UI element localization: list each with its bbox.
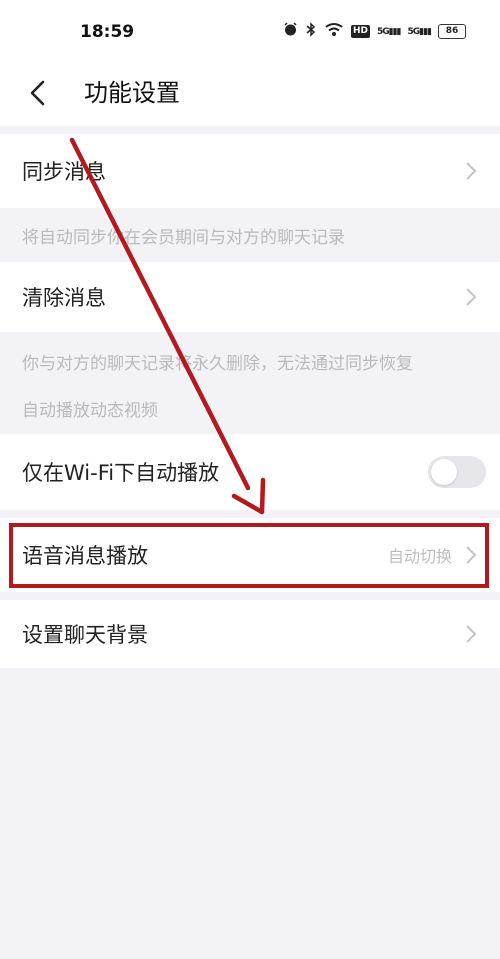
chevron-right-icon [466,546,477,564]
chat-background-item[interactable]: 设置聊天背景 [0,600,500,668]
hd-badge: HD [350,25,370,38]
voice-message-playback-value: 自动切换 [387,547,452,566]
signal-5g-1-icon: 5G▮▮▮ [376,26,401,37]
sync-messages-item[interactable]: 同步消息 [0,134,500,208]
back-button[interactable] [22,76,56,110]
voice-message-playback-label: 语音消息播放 [22,544,148,568]
status-icons: HD 5G▮▮▮ 5G▮▮▮ 86 [283,22,466,41]
top-bar: 功能设置 [0,62,500,126]
chevron-right-icon [466,288,477,306]
sync-messages-label: 同步消息 [22,160,106,184]
wifi-autoplay-toggle[interactable] [428,456,486,488]
status-time: 18:59 [80,22,135,42]
voice-message-playback-item[interactable]: 语音消息播放 自动切换 [0,518,500,592]
bluetooth-icon [305,22,317,41]
clear-messages-description: 你与对方的聊天记录将永久删除，无法通过同步恢复 [22,354,413,374]
alarm-icon [283,22,298,41]
network-type-label: 5G [376,26,390,37]
chat-background-label: 设置聊天背景 [22,623,148,647]
chevron-right-icon [466,162,477,180]
network-type-label: 5G [407,26,420,37]
clear-messages-label: 清除消息 [22,286,106,310]
sync-messages-description: 将自动同步你在会员期间与对方的聊天记录 [22,228,345,248]
battery-icon: 86 [438,24,466,39]
page-title: 功能设置 [84,79,180,107]
wifi-autoplay-item: 仅在Wi-Fi下自动播放 [0,434,500,510]
chevron-right-icon [466,625,477,643]
signal-5g-2-icon: 5G▮▮▮ [407,26,431,37]
clear-messages-item[interactable]: 清除消息 [0,262,500,332]
wifi-icon [324,22,344,41]
status-bar: 18:59 HD 5G▮▮▮ 5G▮▮▮ 86 [0,0,500,62]
toggle-knob [431,459,457,485]
chevron-left-icon [30,80,45,106]
autoplay-section-title: 自动播放动态视频 [22,401,158,421]
wifi-autoplay-label: 仅在Wi-Fi下自动播放 [22,461,220,485]
